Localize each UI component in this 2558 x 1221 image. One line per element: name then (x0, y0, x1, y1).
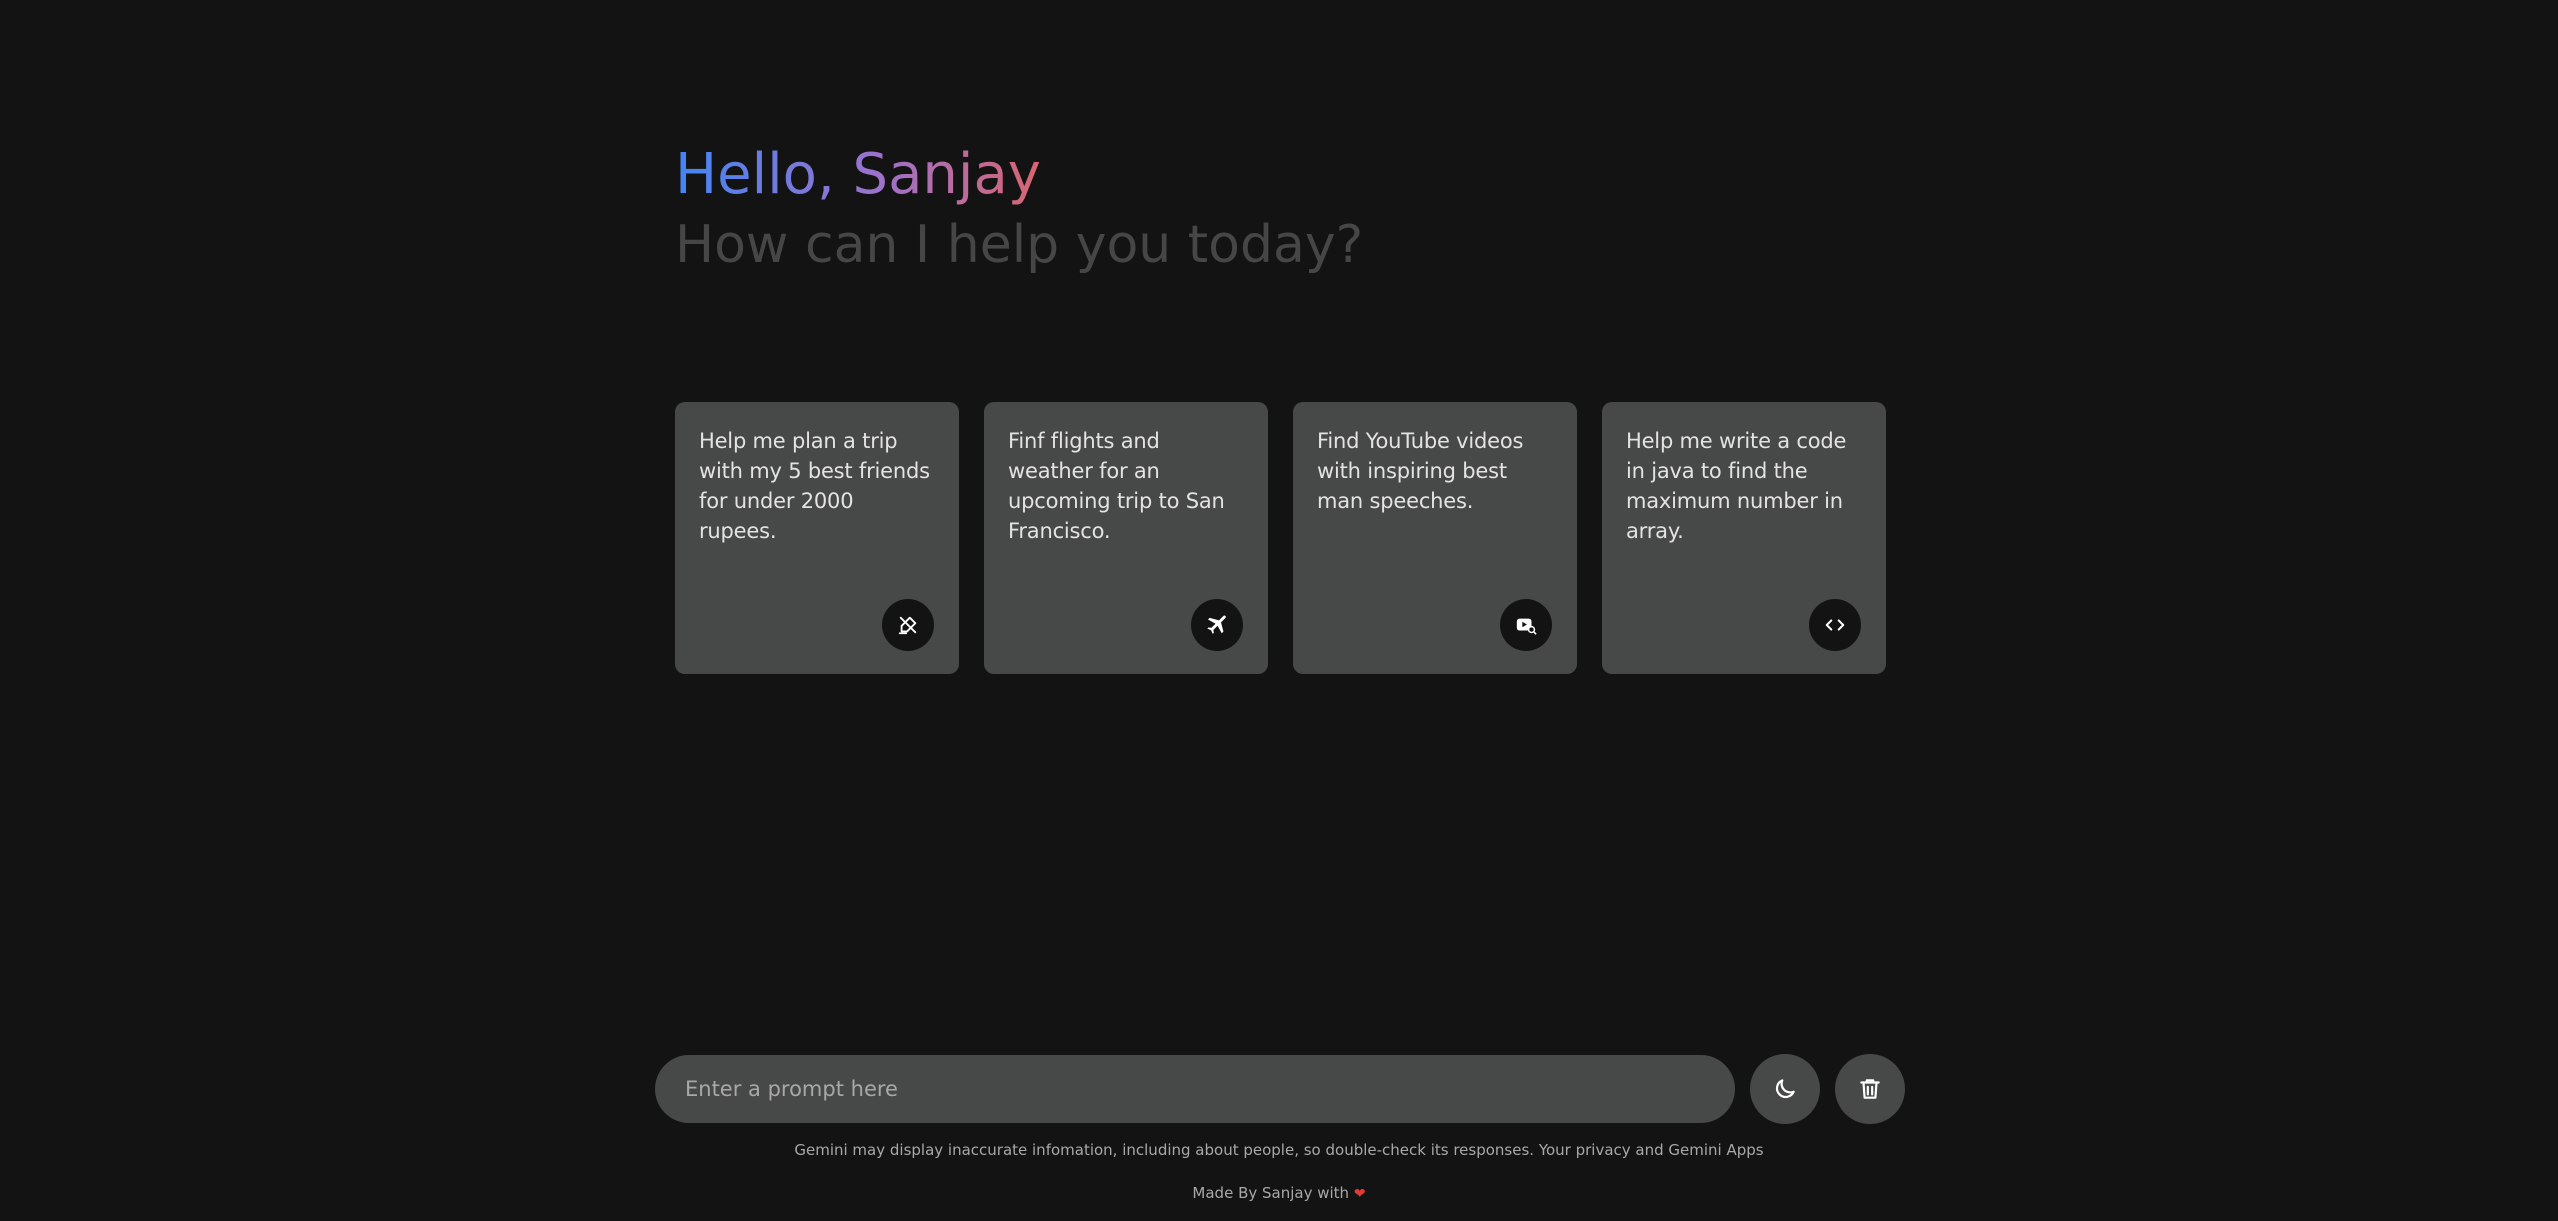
video-search-icon (1500, 599, 1552, 651)
credit-line: Made By Sanjay with ❤ (0, 1184, 2558, 1202)
moon-icon (1772, 1076, 1798, 1102)
suggestion-text: Help me plan a trip with my 5 best frien… (699, 429, 930, 543)
header: Hello, Sanjay How can I help you today? (675, 140, 1363, 280)
greeting-subtitle: How can I help you today? (675, 215, 1364, 275)
trash-icon (1857, 1076, 1883, 1102)
greeting-title: Hello, Sanjay (675, 140, 1041, 210)
suggestion-card-trip[interactable]: Help me plan a trip with my 5 best frien… (675, 402, 959, 674)
flight-icon (1191, 599, 1243, 651)
theme-toggle-button[interactable] (1750, 1054, 1820, 1124)
suggestion-text: Help me write a code in java to find the… (1626, 429, 1847, 543)
draw-icon (882, 599, 934, 651)
suggestion-card-flights[interactable]: Finf flights and weather for an upcoming… (984, 402, 1268, 674)
prompt-input[interactable] (655, 1055, 1735, 1123)
suggestion-card-code[interactable]: Help me write a code in java to find the… (1602, 402, 1886, 674)
suggestion-text: Find YouTube videos with inspiring best … (1317, 429, 1524, 513)
prompt-bar (655, 1054, 1905, 1124)
suggestion-card-youtube[interactable]: Find YouTube videos with inspiring best … (1293, 402, 1577, 674)
code-icon (1809, 599, 1861, 651)
delete-chats-button[interactable] (1835, 1054, 1905, 1124)
suggestion-text: Finf flights and weather for an upcoming… (1008, 429, 1225, 543)
disclaimer-text: Gemini may display inaccurate infomation… (794, 1141, 1764, 1159)
credit-text: Made By Sanjay with (1192, 1184, 1350, 1202)
suggestion-list: Help me plan a trip with my 5 best frien… (675, 402, 1886, 674)
heart-icon: ❤ (1353, 1186, 1366, 1202)
page: Hello, Sanjay How can I help you today? … (0, 0, 2558, 1221)
